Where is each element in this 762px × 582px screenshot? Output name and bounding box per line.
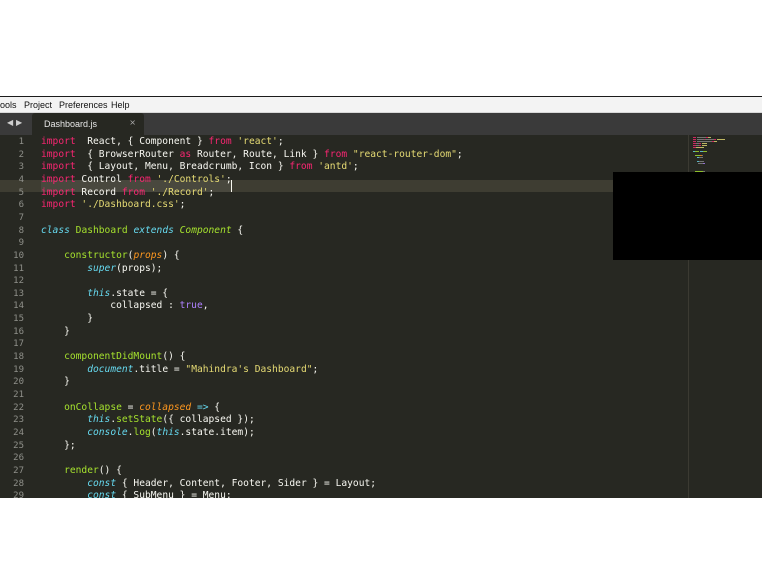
code-line: render() { — [64, 464, 122, 476]
minimap-stroke — [696, 137, 706, 138]
code-line: import { Layout, Menu, Breadcrumb, Icon … — [41, 161, 359, 173]
code-line: constructor(props) { — [64, 249, 180, 261]
minimap-stroke — [703, 163, 706, 164]
line-number: 4 — [18, 174, 24, 185]
line-number: 15 — [13, 314, 24, 325]
code-line: } — [41, 313, 93, 325]
code-line: } — [41, 325, 70, 337]
line-number: 3 — [18, 162, 24, 173]
minimap-stroke — [714, 141, 718, 142]
minimap-stroke — [698, 161, 704, 162]
menu-help[interactable]: Help — [111, 100, 130, 110]
editor-window: ools Project Preferences Help ◀ ▶ Dashbo… — [0, 96, 762, 498]
code-line: collapsed : true, — [41, 300, 209, 312]
menu-tools[interactable]: ools — [0, 100, 17, 110]
line-number: 6 — [18, 200, 24, 211]
line-number: 13 — [13, 288, 24, 299]
line-number: 16 — [13, 326, 24, 337]
black-overlay-box — [613, 172, 762, 260]
code-line: this.setState({ collapsed }); — [87, 414, 255, 426]
code-area[interactable]: import React, { Component } from 'react'… — [41, 135, 681, 498]
line-number: 21 — [13, 390, 24, 400]
code-line: this.state = { — [87, 287, 169, 299]
text-cursor — [231, 180, 232, 192]
code-line: super(props); — [87, 262, 163, 274]
minimap-stroke — [696, 139, 704, 140]
line-number: 10 — [13, 250, 24, 261]
code-line: }; — [41, 439, 76, 451]
line-number-gutter: 1 2 3 4 5 6 7 8 9 10 11 12 13 14 15 16 17 18 19 20 21 22 23 24 2… — [0, 135, 36, 498]
line-number: 22 — [13, 402, 24, 413]
line-number: 8 — [18, 225, 24, 236]
minimap-stroke — [716, 139, 725, 140]
code-line: const { Header, Content, Footer, Sider }… — [87, 477, 377, 489]
line-number: 2 — [18, 149, 24, 160]
code-line: document.title = "Mahindra's Dashboard"; — [87, 363, 319, 375]
code-line: import React, { Component } from 'react'… — [41, 136, 284, 147]
line-number: 12 — [13, 276, 24, 287]
minimap-stroke — [703, 151, 708, 152]
line-number: 1 — [18, 137, 24, 147]
code-line: import Control from './Controls'; — [41, 173, 232, 185]
menu-preferences[interactable]: Preferences — [59, 100, 108, 110]
back-arrow-icon[interactable]: ◀ — [7, 118, 13, 127]
line-number: 19 — [13, 364, 24, 375]
line-number: 24 — [13, 427, 24, 438]
line-number: 11 — [13, 263, 24, 274]
close-icon[interactable]: × — [129, 118, 136, 127]
line-number: 9 — [18, 238, 24, 249]
menu-bar: ools Project Preferences Help — [0, 96, 762, 113]
minimap-stroke — [693, 139, 696, 140]
minimap-stroke — [701, 145, 707, 146]
tab-dashboard-js[interactable]: Dashboard.js × — [32, 113, 144, 135]
code-line: class Dashboard extends Component { — [41, 224, 244, 236]
line-number: 17 — [13, 339, 24, 350]
line-number: 7 — [18, 212, 24, 223]
line-number: 20 — [13, 377, 24, 388]
minimap-stroke — [696, 141, 712, 142]
line-number: 23 — [13, 415, 24, 426]
line-number: 5 — [18, 187, 24, 198]
forward-arrow-icon[interactable]: ▶ — [16, 118, 22, 127]
line-number: 25 — [13, 440, 24, 451]
tab-bar: ◀ ▶ Dashboard.js × — [0, 113, 762, 135]
code-line: const { SubMenu } = Menu; — [87, 490, 232, 498]
line-number: 18 — [13, 352, 24, 363]
code-line: componentDidMount() { — [64, 351, 186, 363]
minimap-stroke — [708, 137, 712, 138]
minimap-stroke — [696, 147, 705, 148]
minimap-stroke — [695, 151, 700, 152]
minimap-stroke — [698, 157, 703, 158]
code-line: import './Dashboard.css'; — [41, 199, 186, 211]
minimap-stroke — [693, 137, 696, 138]
minimap-stroke — [705, 139, 715, 140]
code-line: } — [41, 376, 70, 388]
code-line: import { BrowserRouter as Router, Route,… — [41, 148, 463, 160]
code-line: onCollapse = collapsed => { — [64, 401, 221, 413]
minimap-stroke — [693, 141, 696, 142]
line-number: 29 — [13, 491, 24, 498]
menu-project[interactable]: Project — [24, 100, 52, 110]
line-number: 28 — [13, 478, 24, 489]
tab-label: Dashboard.js — [44, 119, 98, 129]
minimap-stroke — [701, 155, 703, 156]
minimap-stroke — [701, 143, 707, 144]
code-line: import Record from './Record'; — [41, 186, 215, 198]
code-line: console.log(this.state.item); — [87, 426, 255, 438]
line-number: 26 — [13, 453, 24, 464]
line-number: 14 — [13, 301, 24, 312]
line-number: 27 — [13, 465, 24, 476]
